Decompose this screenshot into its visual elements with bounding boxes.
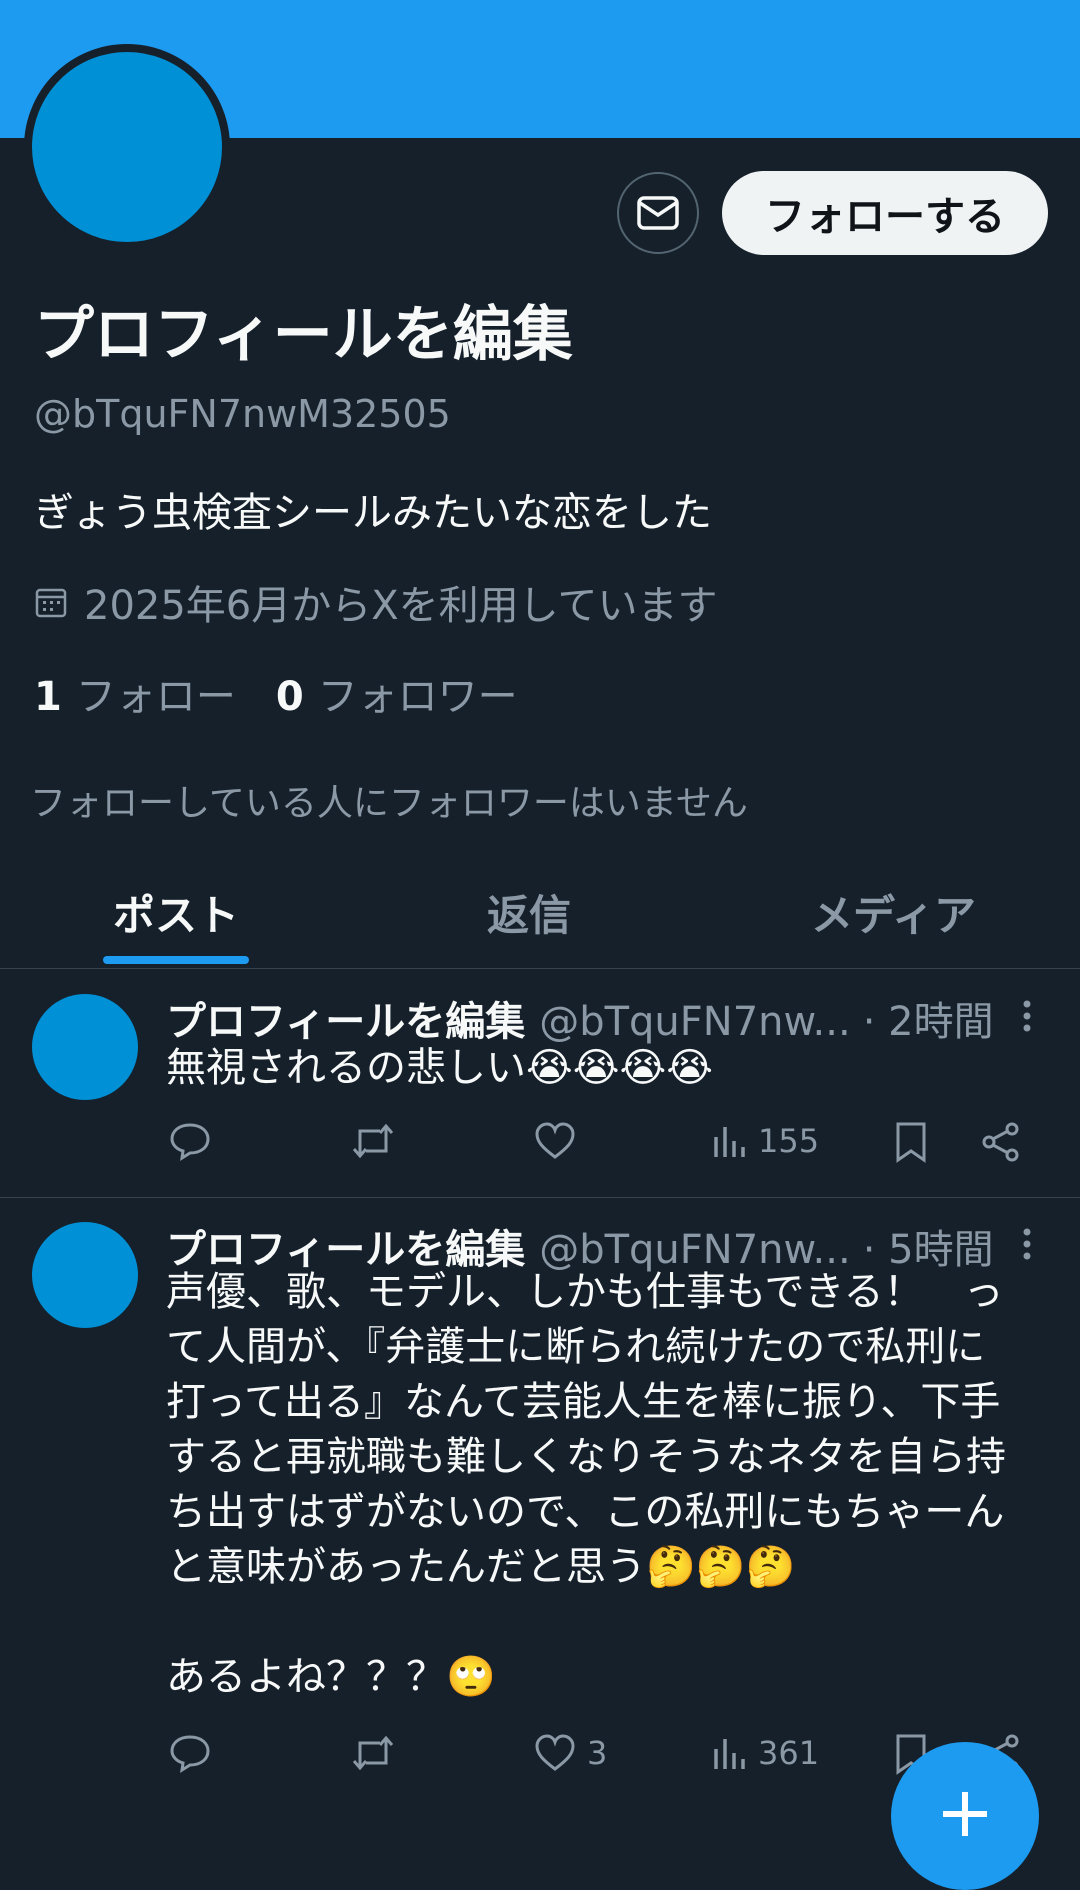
- tab-replies[interactable]: 返信: [487, 882, 571, 943]
- repost-button[interactable]: [350, 1733, 396, 1773]
- like-button[interactable]: 3: [533, 1733, 607, 1773]
- post-avatar[interactable]: [32, 994, 138, 1100]
- active-tab-indicator: [103, 956, 249, 964]
- profile-display-name: プロフィールを編集: [34, 300, 573, 370]
- reply-button[interactable]: [168, 1733, 212, 1773]
- post-item[interactable]: プロフィールを編集 @bTquFN7nw... · 5時間 声優、歌、モデル、し…: [0, 1197, 1080, 1830]
- views-count: 155: [758, 1122, 820, 1160]
- message-button[interactable]: [617, 172, 699, 254]
- follow-button[interactable]: フォローする: [722, 171, 1048, 255]
- views-button[interactable]: 155: [712, 1121, 819, 1161]
- more-icon[interactable]: [1012, 1224, 1042, 1264]
- profile-joined: 2025年6月からXを利用しています: [34, 573, 717, 631]
- reply-icon: [170, 1123, 210, 1161]
- reply-icon: [170, 1735, 210, 1773]
- following-link[interactable]: 1 フォロー: [34, 664, 236, 722]
- followers-count: 0: [275, 674, 304, 720]
- post-header: プロフィールを編集 @bTquFN7nw... · 2時間: [166, 989, 994, 1047]
- post-author-name[interactable]: プロフィールを編集: [166, 989, 525, 1047]
- tab-posts[interactable]: ポスト: [113, 882, 239, 943]
- reply-button[interactable]: [168, 1121, 212, 1161]
- views-icon: [714, 1127, 745, 1157]
- joined-text: 2025年6月からXを利用しています: [84, 583, 718, 629]
- profile-stats: 1 フォロー 0 フォロワー: [34, 664, 518, 722]
- compose-post-button[interactable]: [891, 1742, 1039, 1890]
- tab-media[interactable]: メディア: [811, 882, 976, 943]
- profile-tabs: ポスト 返信 メディア: [0, 860, 1080, 969]
- views-icon: [714, 1739, 745, 1769]
- plus-icon: [943, 1792, 987, 1836]
- calendar-icon: [35, 588, 67, 618]
- like-count: 3: [587, 1734, 608, 1772]
- envelope-icon: [637, 196, 679, 230]
- bookmark-icon: [896, 1122, 926, 1163]
- post-text: 声優、歌、モデル、しかも仕事もできる！ っ て人間が、『弁護士に断られ続けたので…: [166, 1269, 1006, 1700]
- repost-icon: [352, 1123, 394, 1159]
- bookmark-button[interactable]: [893, 1121, 929, 1163]
- like-button[interactable]: [533, 1121, 587, 1161]
- like-icon: [535, 1122, 575, 1159]
- post-item[interactable]: プロフィールを編集 @bTquFN7nw... · 2時間 無視されるの悲しい😭…: [0, 969, 1080, 1198]
- post-text: 無視されるの悲しい😭😭😭😭: [166, 1045, 713, 1091]
- more-icon[interactable]: [1012, 996, 1042, 1036]
- following-label: フォロー: [75, 674, 236, 720]
- profile-avatar[interactable]: [24, 44, 230, 250]
- share-icon: [982, 1122, 1019, 1162]
- like-icon: [535, 1734, 575, 1771]
- post-time[interactable]: · 2時間: [863, 989, 994, 1047]
- post-author-handle: @bTquFN7nw...: [539, 999, 851, 1045]
- views-count: 361: [758, 1734, 820, 1772]
- share-button[interactable]: [980, 1121, 1022, 1163]
- profile-bio: ぎょう虫検査シールみたいな恋をした: [34, 490, 712, 536]
- repost-button[interactable]: [350, 1121, 396, 1161]
- post-avatar[interactable]: [32, 1222, 138, 1328]
- views-button[interactable]: 361: [712, 1733, 819, 1773]
- following-count: 1: [34, 674, 62, 720]
- followers-label: フォロワー: [317, 674, 518, 720]
- repost-icon: [352, 1735, 394, 1771]
- followers-you-know-note: フォローしている人にフォロワーはいません: [30, 783, 748, 824]
- followers-link[interactable]: 0 フォロワー: [276, 664, 518, 722]
- profile-handle: @bTquFN7nwM32505: [34, 392, 451, 436]
